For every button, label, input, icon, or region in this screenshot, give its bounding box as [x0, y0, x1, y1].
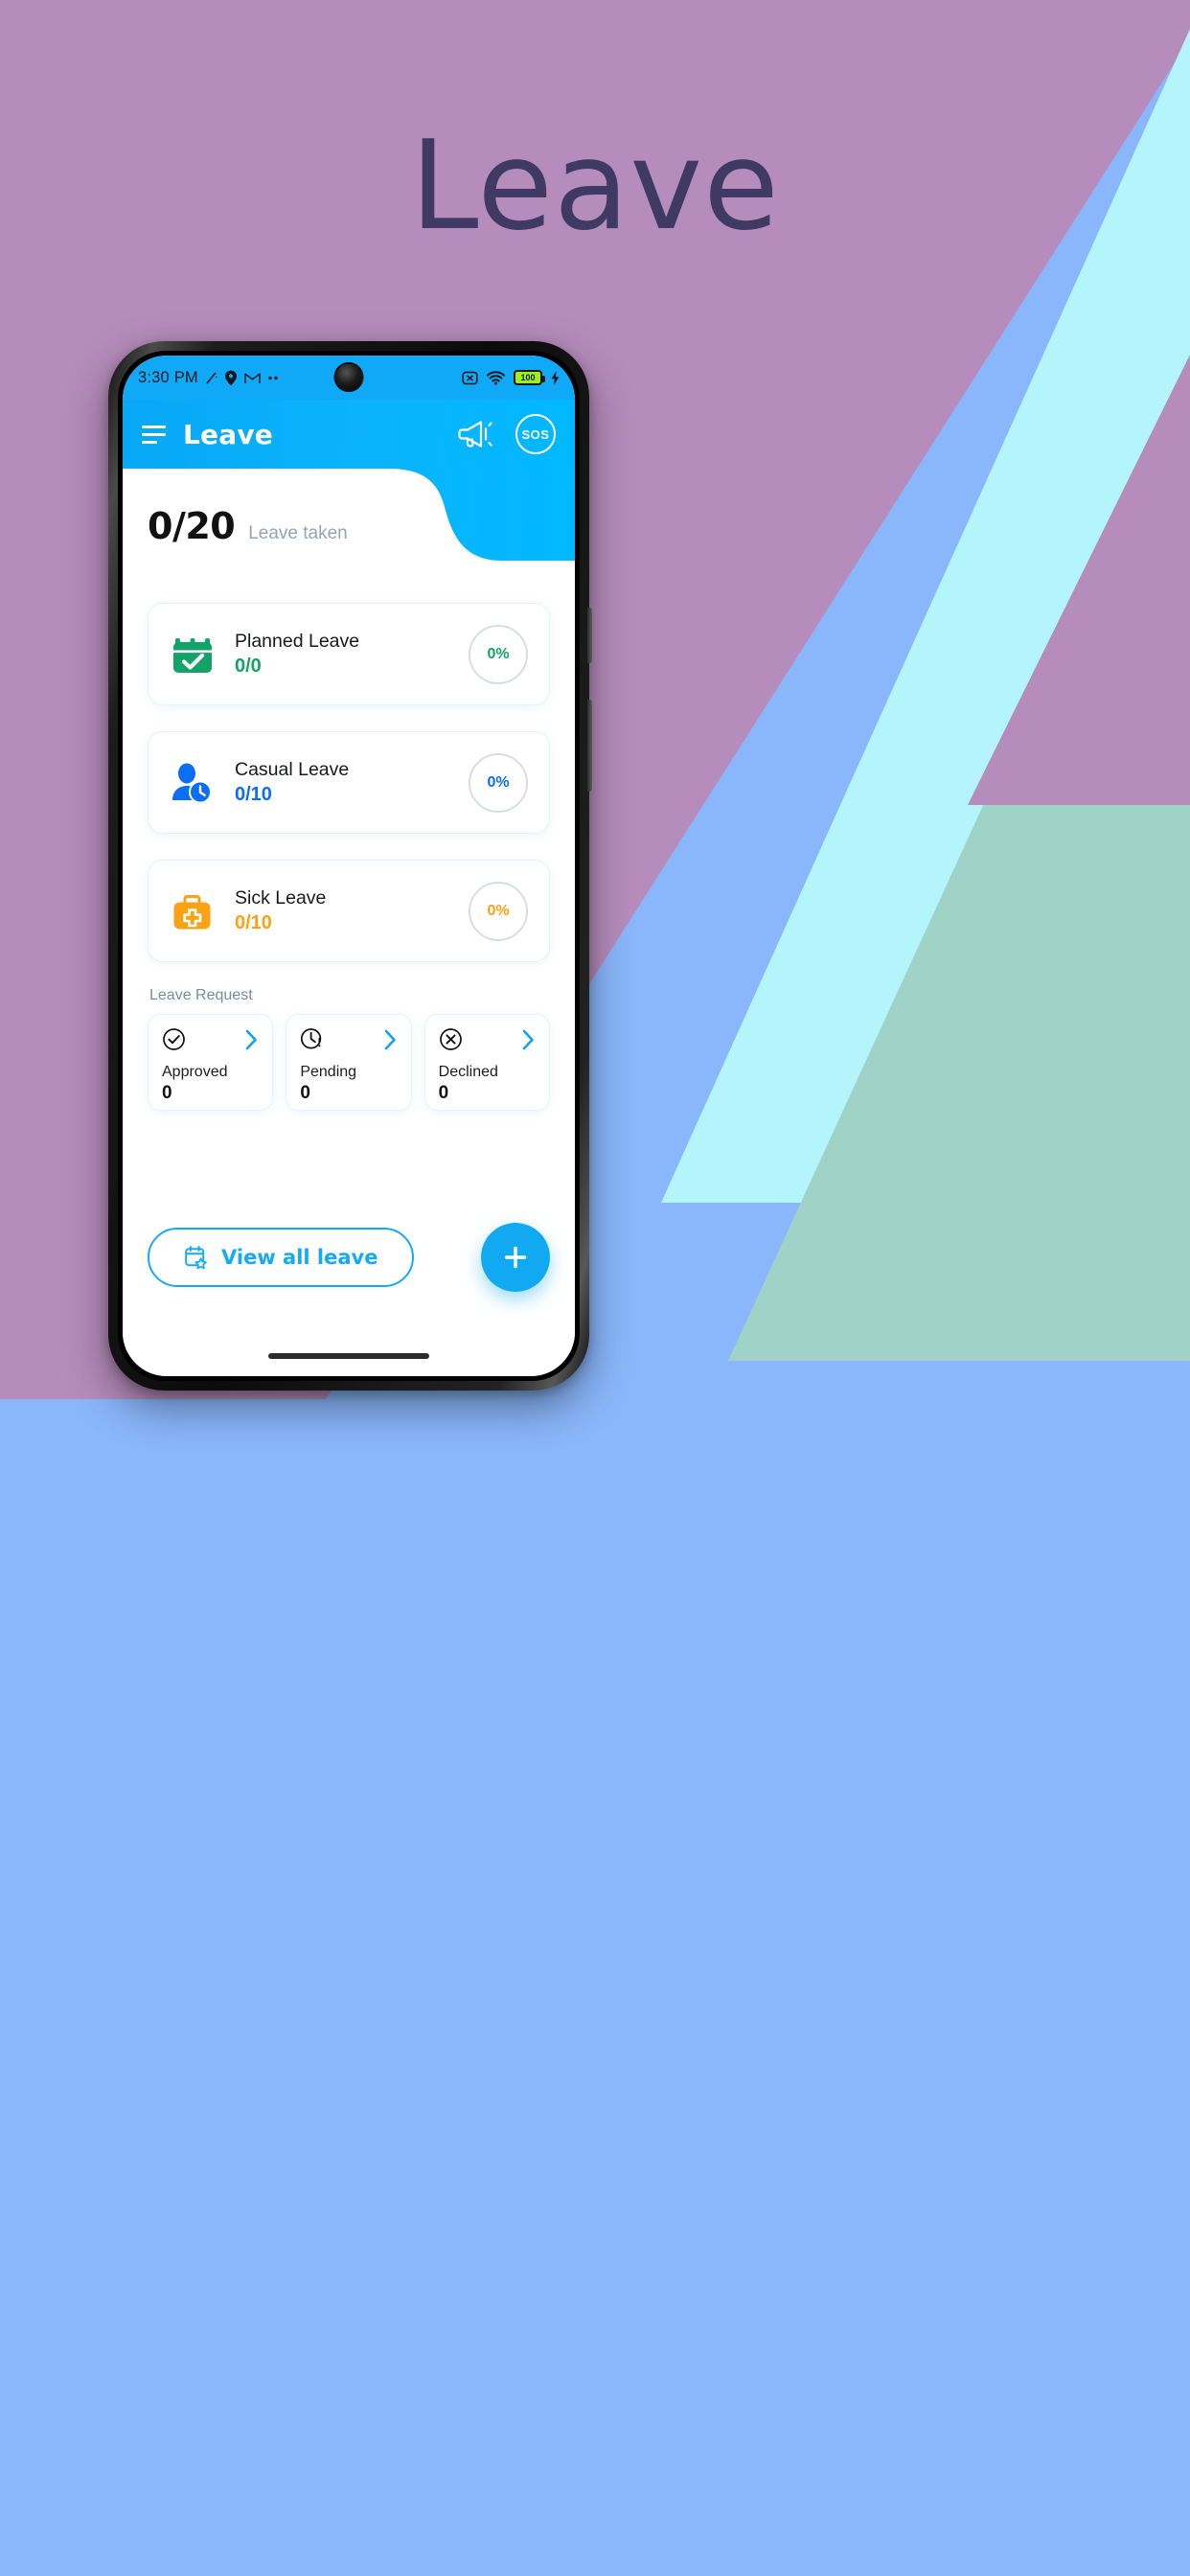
- leave-card-count: 0/10: [235, 912, 272, 933]
- plus-icon: [504, 1246, 527, 1269]
- battery-level-label: 100: [520, 373, 536, 382]
- phone-power-button[interactable]: [587, 700, 592, 792]
- phone-volume-button[interactable]: [587, 608, 592, 663]
- request-tile-count: 0: [438, 1083, 449, 1103]
- clock-alert-icon: [301, 1028, 322, 1049]
- request-tile-declined[interactable]: Declined 0: [423, 1014, 550, 1111]
- leave-card-count: 0/10: [235, 784, 272, 805]
- status-bar-left: 3:30 PM: [138, 369, 280, 387]
- request-tile-top: [439, 1027, 536, 1051]
- leave-card-text: Planned Leave 0/0: [235, 631, 451, 678]
- leave-request-tiles: Approved 0 Pending 0 Declined 0: [148, 1014, 550, 1111]
- leave-card-sick[interactable]: Sick Leave 0/10 0%: [148, 860, 550, 962]
- megaphone-icon[interactable]: [456, 417, 494, 451]
- vibrate-off-icon: [462, 371, 478, 384]
- request-tile-top: [162, 1027, 259, 1051]
- gmail-icon: [244, 372, 261, 383]
- signal-slash-icon: [206, 371, 217, 384]
- check-circle-icon: [163, 1028, 185, 1050]
- page-title: Leave: [410, 115, 780, 258]
- leave-card-percent: 0%: [487, 902, 510, 919]
- person-clock-icon: [168, 758, 217, 808]
- app-bar: Leave SOS: [123, 400, 575, 469]
- leave-card-title: Casual Leave: [235, 759, 350, 780]
- leave-card-percent-ring: 0%: [469, 881, 528, 941]
- leave-card-count: 0/0: [235, 656, 262, 677]
- battery-icon: 100: [514, 370, 545, 385]
- main-content: Planned Leave 0/0 0% Casual Leave 0/10 0…: [123, 561, 575, 1376]
- add-leave-fab[interactable]: [481, 1223, 550, 1292]
- status-bar-clock: 3:30 PM: [138, 368, 198, 386]
- request-tile-approved[interactable]: Approved 0: [148, 1014, 274, 1111]
- leave-card-percent-ring: 0%: [469, 624, 528, 684]
- chevron-right-icon[interactable]: [244, 1029, 259, 1050]
- leave-card-text: Sick Leave 0/10: [235, 887, 451, 934]
- hamburger-menu-icon[interactable]: [142, 425, 166, 444]
- leave-card-casual[interactable]: Casual Leave 0/10 0%: [148, 731, 550, 834]
- location-pin-icon: [224, 370, 237, 385]
- view-all-leave-label: View all leave: [221, 1246, 378, 1269]
- leave-card-text: Casual Leave 0/10: [235, 759, 451, 806]
- request-tile-label: Pending: [300, 1064, 357, 1080]
- leave-taken-count: 0/20: [148, 505, 236, 547]
- hero-stat: 0/20 Leave taken: [148, 505, 348, 547]
- wifi-icon: [487, 370, 505, 384]
- sos-button[interactable]: SOS: [515, 414, 556, 454]
- front-camera-punchhole: [335, 364, 362, 390]
- leave-card-planned[interactable]: Planned Leave 0/0 0%: [148, 603, 550, 705]
- calendar-check-icon: [168, 630, 217, 679]
- phone-bezel: 3:30 PM 100 Leave SOS 0/20 Leave taken P…: [118, 351, 580, 1381]
- x-circle-icon: [439, 1028, 462, 1050]
- status-bar: 3:30 PM 100: [123, 356, 575, 400]
- status-bar-right: 100: [462, 370, 560, 386]
- hero-banner: 0/20 Leave taken: [123, 469, 575, 561]
- leave-request-section-label: Leave Request: [149, 987, 253, 1003]
- chevron-right-icon[interactable]: [521, 1029, 536, 1050]
- app-bar-actions: SOS: [456, 414, 556, 454]
- leave-card-percent-ring: 0%: [469, 752, 528, 813]
- phone-screen: 3:30 PM 100 Leave SOS 0/20 Leave taken P…: [123, 356, 575, 1376]
- medical-bag-icon: [168, 886, 217, 936]
- request-tile-top: [300, 1027, 397, 1051]
- app-bar-title: Leave: [183, 418, 273, 450]
- calendar-star-icon: [185, 1246, 207, 1270]
- leave-card-percent: 0%: [487, 645, 510, 662]
- request-tile-label: Declined: [438, 1064, 498, 1080]
- chevron-right-icon[interactable]: [383, 1029, 398, 1050]
- phone-mockup: 3:30 PM 100 Leave SOS 0/20 Leave taken P…: [108, 341, 1076, 1391]
- footer-actions: View all leave: [148, 1223, 550, 1292]
- gesture-navigation-bar[interactable]: [268, 1353, 429, 1359]
- more-dots-icon: [268, 376, 278, 380]
- view-all-leave-button[interactable]: View all leave: [148, 1228, 415, 1287]
- request-tile-pending[interactable]: Pending 0: [286, 1014, 412, 1111]
- leave-taken-label: Leave taken: [248, 523, 348, 543]
- leave-card-percent: 0%: [487, 773, 510, 791]
- request-tile-label: Approved: [162, 1064, 228, 1080]
- sos-label: SOS: [521, 426, 550, 442]
- request-tile-count: 0: [162, 1083, 172, 1103]
- request-tile-count: 0: [300, 1083, 310, 1103]
- leave-card-title: Planned Leave: [235, 631, 360, 652]
- leave-card-title: Sick Leave: [235, 887, 327, 908]
- charging-bolt-icon: [551, 370, 560, 385]
